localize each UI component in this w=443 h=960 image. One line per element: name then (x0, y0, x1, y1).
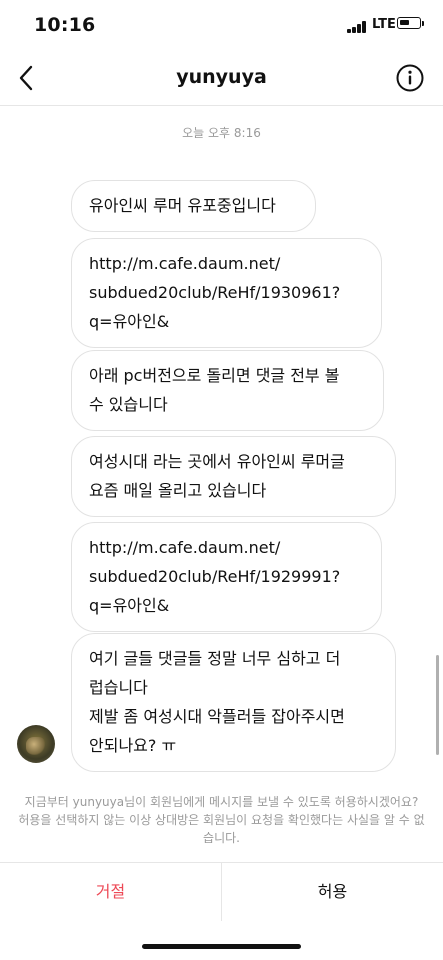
status-bar: 10:16 LTE (0, 0, 443, 52)
battery-icon (397, 17, 421, 29)
decline-button[interactable]: 거절 (0, 863, 221, 921)
message-bubble[interactable]: http://m.cafe.daum.net/ subdued20club/Re… (71, 238, 382, 348)
scrollbar[interactable] (436, 655, 439, 755)
message-bubble[interactable]: 유아인씨 루머 유포중입니다 (71, 180, 316, 232)
message-bubble[interactable]: http://m.cafe.daum.net/ subdued20club/Re… (71, 522, 382, 632)
sender-avatar[interactable] (17, 725, 55, 763)
message-timestamp: 오늘 오후 8:16 (182, 126, 261, 140)
signal-icon (347, 21, 369, 33)
request-actions: 거절 허용 (0, 862, 443, 921)
conversation-title: yunyuya (176, 66, 267, 88)
info-button[interactable] (395, 63, 425, 93)
allow-button[interactable]: 허용 (222, 863, 443, 921)
network-label: LTE (372, 17, 396, 32)
status-time: 10:16 (34, 14, 96, 36)
message-bubble[interactable]: 여성시대 라는 곳에서 유아인씨 루머글 요즘 매일 올리고 있습니다 (71, 436, 396, 517)
message-bubble[interactable]: 여기 글들 댓글들 정말 너무 심하고 더 럽습니다 제발 좀 여성시대 악플러… (71, 633, 396, 772)
message-bubble[interactable]: 아래 pc버전으로 돌리면 댓글 전부 볼 수 있습니다 (71, 350, 384, 431)
message-request-notice: 지금부터 yunyuya님이 회원님에게 메시지를 보낼 수 있도록 허용하시겠… (18, 795, 425, 845)
battery-cap (422, 21, 424, 26)
info-icon (396, 64, 424, 92)
nav-bar: yunyuya (0, 52, 443, 106)
home-indicator[interactable] (142, 944, 301, 949)
